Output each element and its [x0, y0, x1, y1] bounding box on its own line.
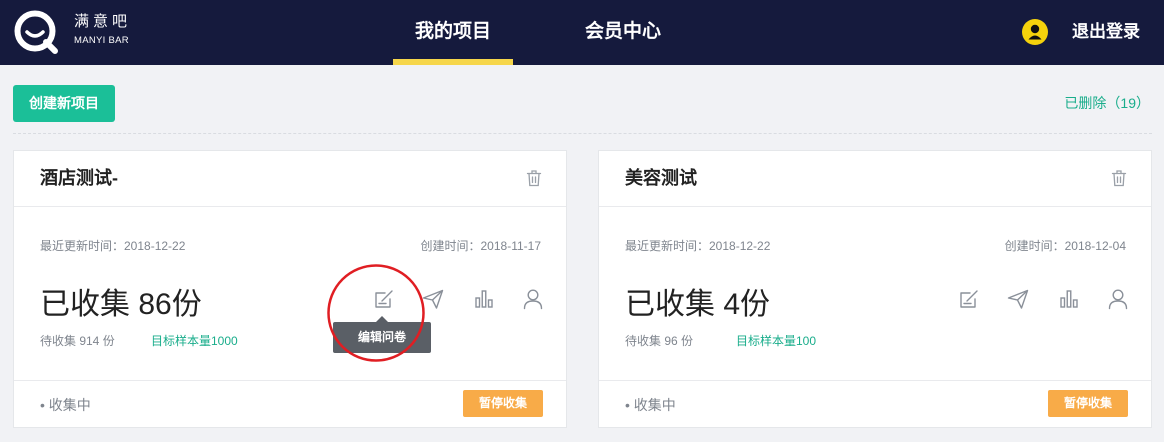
card-header-divider [599, 206, 1151, 207]
trash-icon[interactable] [1111, 169, 1127, 187]
divider [13, 133, 1152, 134]
project-card: 美容测试 最近更新时间：2018-12-22 创建时间：2018-12-04 已… [598, 150, 1152, 428]
top-nav-bar: 满意吧 MANYI BAR 我的项目 会员中心 退出登录 [0, 0, 1164, 65]
created-date: 创建时间：2018-11-17 [420, 239, 542, 253]
pending-count: 待收集 914 份 [40, 334, 115, 348]
collection-status: • 收集中 [40, 397, 91, 413]
updated-date: 最近更新时间：2018-12-22 [40, 239, 186, 253]
tooltip-arrow [376, 316, 388, 322]
logout-button[interactable]: 退出登录 [1072, 0, 1140, 65]
logo-subtitle: MANYI BAR [74, 35, 129, 46]
collected-count: 已收集 4份 [625, 288, 771, 321]
trash-icon[interactable] [526, 169, 542, 187]
logo-name: 满意吧 [74, 13, 132, 30]
edit-icon[interactable] [373, 288, 395, 310]
collected-count: 已收集 86份 [40, 288, 202, 321]
bar-chart-icon[interactable] [473, 288, 495, 310]
card-header-divider [14, 206, 566, 207]
send-icon[interactable] [1007, 288, 1029, 310]
project-title[interactable]: 美容测试 [625, 151, 697, 206]
avatar-icon[interactable] [1022, 19, 1048, 45]
send-icon[interactable] [422, 288, 444, 310]
active-tab-indicator [393, 59, 513, 65]
create-project-button[interactable]: 创建新项目 [13, 85, 115, 122]
collection-status: • 收集中 [625, 397, 676, 413]
target-sample-size: 目标样本量1000 [151, 334, 238, 348]
project-title[interactable]: 酒店测试- [40, 151, 118, 206]
edit-icon[interactable] [958, 288, 980, 310]
edit-questionnaire-tooltip: 编辑问卷 [333, 316, 431, 353]
deleted-projects-link[interactable]: 已删除（19） [1064, 94, 1150, 112]
target-sample-size: 目标样本量100 [736, 334, 817, 348]
pause-collection-button[interactable]: 暂停收集 [463, 390, 543, 417]
bar-chart-icon[interactable] [1058, 288, 1080, 310]
updated-date: 最近更新时间：2018-12-22 [625, 239, 771, 253]
logo-icon[interactable] [12, 8, 60, 56]
card-footer-divider [14, 380, 566, 381]
created-date: 创建时间：2018-12-04 [1004, 239, 1126, 253]
pending-count: 待收集 96 份 [625, 334, 694, 348]
card-footer-divider [599, 380, 1151, 381]
pause-collection-button[interactable]: 暂停收集 [1048, 390, 1128, 417]
project-card: 酒店测试- 最近更新时间：2018-12-22 创建时间：2018-11-17 … [13, 150, 567, 428]
user-icon[interactable] [522, 288, 544, 310]
user-icon[interactable] [1107, 288, 1129, 310]
tab-my-projects[interactable]: 我的项目 [393, 0, 513, 59]
tooltip-label: 编辑问卷 [357, 330, 406, 344]
tab-member-center[interactable]: 会员中心 [563, 0, 683, 59]
